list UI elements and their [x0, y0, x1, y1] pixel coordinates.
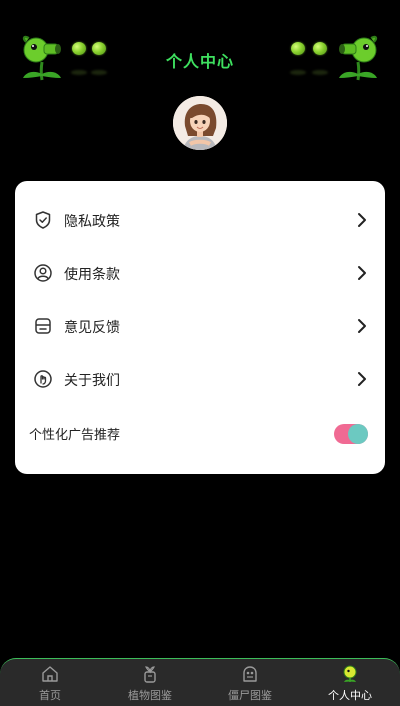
chevron-right-icon	[358, 319, 366, 333]
menu-item-feedback[interactable]: 意见反馈	[15, 305, 385, 349]
tab-plant-guide[interactable]: 植物图鉴	[100, 665, 200, 705]
tab-label: 首页	[39, 689, 61, 702]
tab-label: 个人中心	[328, 689, 372, 702]
home-icon	[42, 666, 58, 682]
menu-item-label: 意见反馈	[64, 320, 120, 336]
personalized-ads-toggle[interactable]	[334, 424, 368, 444]
peashooter-profile-icon	[343, 665, 357, 682]
user-circle-icon	[34, 264, 52, 282]
chevron-right-icon	[358, 266, 366, 280]
avatar[interactable]	[173, 96, 227, 150]
menu-item-label: 隐私政策	[64, 214, 120, 230]
hand-touch-icon	[34, 370, 52, 388]
pea-icon	[313, 42, 327, 55]
plant-book-icon	[144, 666, 156, 683]
zombie-book-icon	[243, 666, 257, 682]
pea-shadow	[290, 70, 306, 75]
tab-label: 植物图鉴	[128, 689, 172, 702]
feedback-box-icon	[35, 318, 51, 334]
settings-card: 隐私政策 使用条款 意见反馈 关于我们 个性化广告推荐	[15, 181, 385, 474]
tab-label: 僵尸图鉴	[228, 689, 272, 702]
avatar-girl-icon	[173, 96, 227, 150]
tab-personal-center[interactable]: 个人中心	[300, 665, 400, 705]
personalized-ads-row: 个性化广告推荐	[15, 412, 385, 456]
personalized-ads-label: 个性化广告推荐	[29, 428, 121, 443]
header: 个人中心	[0, 0, 400, 95]
chevron-right-icon	[358, 372, 366, 386]
menu-item-privacy-policy[interactable]: 隐私政策	[15, 199, 385, 243]
peashooter-icon	[339, 35, 378, 81]
shield-icon	[35, 211, 51, 229]
bottom-tab-bar: 首页 植物图鉴 僵尸图鉴 个人中心	[0, 658, 400, 706]
toggle-knob	[348, 424, 368, 444]
tab-zombie-guide[interactable]: 僵尸图鉴	[200, 665, 300, 705]
tab-home[interactable]: 首页	[0, 665, 100, 705]
menu-item-label: 关于我们	[64, 373, 120, 389]
chevron-right-icon	[358, 213, 366, 227]
menu-item-terms-of-use[interactable]: 使用条款	[15, 252, 385, 296]
pea-icon	[291, 42, 305, 55]
menu-item-about-us[interactable]: 关于我们	[15, 358, 385, 402]
menu-item-label: 使用条款	[64, 267, 120, 283]
pea-shadow	[312, 70, 328, 75]
